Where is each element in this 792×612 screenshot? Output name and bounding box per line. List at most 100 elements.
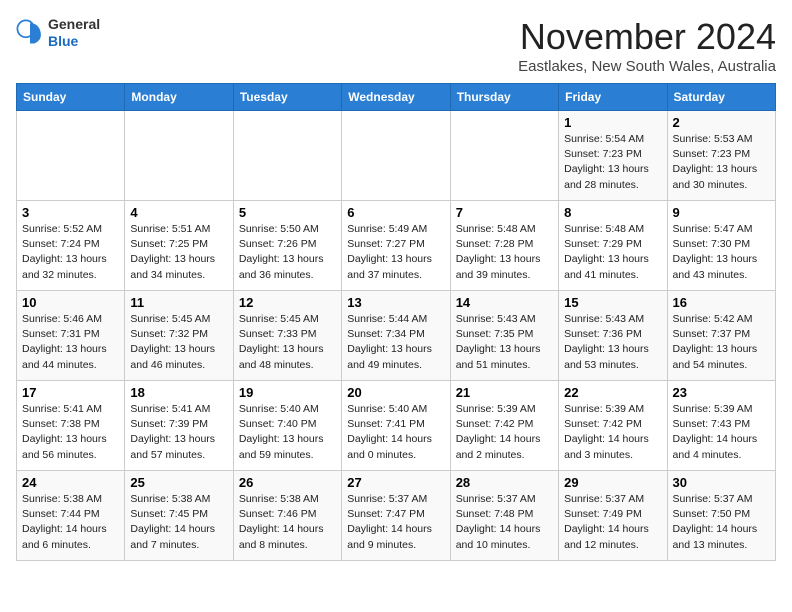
header-day-monday: Monday <box>125 84 233 111</box>
calendar-cell: 6Sunrise: 5:49 AMSunset: 7:27 PMDaylight… <box>342 201 450 291</box>
calendar-cell <box>125 111 233 201</box>
day-info: Sunrise: 5:45 AMSunset: 7:33 PMDaylight:… <box>239 312 336 373</box>
calendar-cell: 22 Sunrise: 5:39 AMSunset: 7:42 PMDayligh… <box>559 381 667 471</box>
header-day-friday: Friday <box>559 84 667 111</box>
day-info: Sunrise: 5:41 AMSunset: 7:38 PMDaylight:… <box>22 402 119 463</box>
title-section: November 2024 Eastlakes, New South Wales… <box>518 16 776 75</box>
day-number: 8 <box>564 205 661 220</box>
day-info: Sunrise: 5:47 AMSunset: 7:30 PMDaylight:… <box>673 222 770 283</box>
calendar-cell: 24 Sunrise: 5:38 AMSunset: 7:44 PMDayligh… <box>17 471 125 561</box>
calendar-cell: 18 Sunrise: 5:41 AMSunset: 7:39 PMDayligh… <box>125 381 233 471</box>
day-info: Sunrise: 5:38 AMSunset: 7:44 PMDaylight:… <box>22 492 119 553</box>
day-info: Sunrise: 5:48 AMSunset: 7:28 PMDaylight:… <box>456 222 553 283</box>
day-number: 5 <box>239 205 336 220</box>
day-info: Sunrise: 5:45 AMSunset: 7:32 PMDaylight:… <box>130 312 227 373</box>
day-number: 26 <box>239 475 336 490</box>
calendar-cell <box>17 111 125 201</box>
day-info: Sunrise: 5:42 AMSunset: 7:37 PMDaylight:… <box>673 312 770 373</box>
calendar-cell: 27 Sunrise: 5:37 AMSunset: 7:47 PMDayligh… <box>342 471 450 561</box>
calendar-cell: 10Sunrise: 5:46 AMSunset: 7:31 PMDayligh… <box>17 291 125 381</box>
logo-blue: Blue <box>48 33 100 50</box>
calendar-cell: 13Sunrise: 5:44 AMSunset: 7:34 PMDayligh… <box>342 291 450 381</box>
calendar-cell: 28Sunrise: 5:37 AMSunset: 7:48 PMDayligh… <box>450 471 558 561</box>
calendar-cell: 8Sunrise: 5:48 AMSunset: 7:29 PMDaylight… <box>559 201 667 291</box>
day-number: 18 <box>130 385 227 400</box>
day-info: Sunrise: 5:37 AMSunset: 7:49 PMDaylight:… <box>564 492 661 553</box>
calendar-cell: 14 Sunrise: 5:43 AMSunset: 7:35 PMDayligh… <box>450 291 558 381</box>
header-day-wednesday: Wednesday <box>342 84 450 111</box>
week-row-5: 24 Sunrise: 5:38 AMSunset: 7:44 PMDayligh… <box>17 471 776 561</box>
day-info: Sunrise: 5:51 AMSunset: 7:25 PMDaylight:… <box>130 222 227 283</box>
week-row-4: 17 Sunrise: 5:41 AMSunset: 7:38 PMDayligh… <box>17 381 776 471</box>
calendar-cell: 16 Sunrise: 5:42 AMSunset: 7:37 PMDayligh… <box>667 291 775 381</box>
calendar-cell: 17 Sunrise: 5:41 AMSunset: 7:38 PMDayligh… <box>17 381 125 471</box>
day-info: Sunrise: 5:40 AMSunset: 7:41 PMDaylight:… <box>347 402 444 463</box>
month-title: November 2024 <box>518 16 776 58</box>
day-number: 16 <box>673 295 770 310</box>
day-number: 24 <box>22 475 119 490</box>
logo: General Blue <box>16 16 100 50</box>
page-header: General Blue November 2024 Eastlakes, Ne… <box>16 16 776 75</box>
header-row: SundayMondayTuesdayWednesdayThursdayFrid… <box>17 84 776 111</box>
location: Eastlakes, New South Wales, Australia <box>518 58 776 75</box>
day-info: Sunrise: 5:40 AMSunset: 7:40 PMDaylight:… <box>239 402 336 463</box>
day-info: Sunrise: 5:44 AMSunset: 7:34 PMDaylight:… <box>347 312 444 373</box>
week-row-3: 10Sunrise: 5:46 AMSunset: 7:31 PMDayligh… <box>17 291 776 381</box>
calendar-cell <box>233 111 341 201</box>
calendar-cell: 20 Sunrise: 5:40 AMSunset: 7:41 PMDayligh… <box>342 381 450 471</box>
day-number: 15 <box>564 295 661 310</box>
calendar-cell <box>450 111 558 201</box>
header-day-thursday: Thursday <box>450 84 558 111</box>
day-number: 22 <box>564 385 661 400</box>
day-info: Sunrise: 5:39 AMSunset: 7:43 PMDaylight:… <box>673 402 770 463</box>
calendar-cell: 4 Sunrise: 5:51 AMSunset: 7:25 PMDaylight… <box>125 201 233 291</box>
calendar-cell: 9 Sunrise: 5:47 AMSunset: 7:30 PMDaylight… <box>667 201 775 291</box>
day-info: Sunrise: 5:39 AMSunset: 7:42 PMDaylight:… <box>564 402 661 463</box>
calendar-cell <box>342 111 450 201</box>
day-info: Sunrise: 5:49 AMSunset: 7:27 PMDaylight:… <box>347 222 444 283</box>
day-number: 12 <box>239 295 336 310</box>
day-info: Sunrise: 5:37 AMSunset: 7:48 PMDaylight:… <box>456 492 553 553</box>
day-info: Sunrise: 5:37 AMSunset: 7:47 PMDaylight:… <box>347 492 444 553</box>
day-number: 25 <box>130 475 227 490</box>
logo-general: General <box>48 16 100 33</box>
calendar-cell: 7Sunrise: 5:48 AMSunset: 7:28 PMDaylight… <box>450 201 558 291</box>
day-info: Sunrise: 5:38 AMSunset: 7:46 PMDaylight:… <box>239 492 336 553</box>
calendar-cell: 29 Sunrise: 5:37 AMSunset: 7:49 PMDayligh… <box>559 471 667 561</box>
calendar-cell: 11 Sunrise: 5:45 AMSunset: 7:32 PMDayligh… <box>125 291 233 381</box>
day-number: 3 <box>22 205 119 220</box>
day-info: Sunrise: 5:41 AMSunset: 7:39 PMDaylight:… <box>130 402 227 463</box>
day-number: 17 <box>22 385 119 400</box>
calendar-cell: 15 Sunrise: 5:43 AMSunset: 7:36 PMDayligh… <box>559 291 667 381</box>
header-day-saturday: Saturday <box>667 84 775 111</box>
logo-text: General Blue <box>48 16 100 50</box>
day-number: 27 <box>347 475 444 490</box>
calendar-cell: 21Sunrise: 5:39 AMSunset: 7:42 PMDayligh… <box>450 381 558 471</box>
day-info: Sunrise: 5:38 AMSunset: 7:45 PMDaylight:… <box>130 492 227 553</box>
day-number: 1 <box>564 115 661 130</box>
day-number: 29 <box>564 475 661 490</box>
day-number: 19 <box>239 385 336 400</box>
calendar-cell: 30Sunrise: 5:37 AMSunset: 7:50 PMDayligh… <box>667 471 775 561</box>
day-number: 4 <box>130 205 227 220</box>
header-day-tuesday: Tuesday <box>233 84 341 111</box>
calendar-header: SundayMondayTuesdayWednesdayThursdayFrid… <box>17 84 776 111</box>
calendar-cell: 23Sunrise: 5:39 AMSunset: 7:43 PMDayligh… <box>667 381 775 471</box>
calendar-cell: 26 Sunrise: 5:38 AMSunset: 7:46 PMDayligh… <box>233 471 341 561</box>
day-number: 14 <box>456 295 553 310</box>
day-info: Sunrise: 5:53 AMSunset: 7:23 PMDaylight:… <box>673 132 770 193</box>
logo-icon <box>16 19 44 47</box>
day-info: Sunrise: 5:46 AMSunset: 7:31 PMDaylight:… <box>22 312 119 373</box>
day-number: 20 <box>347 385 444 400</box>
day-number: 30 <box>673 475 770 490</box>
day-info: Sunrise: 5:43 AMSunset: 7:35 PMDaylight:… <box>456 312 553 373</box>
header-day-sunday: Sunday <box>17 84 125 111</box>
calendar-cell: 3Sunrise: 5:52 AMSunset: 7:24 PMDaylight… <box>17 201 125 291</box>
day-info: Sunrise: 5:43 AMSunset: 7:36 PMDaylight:… <box>564 312 661 373</box>
calendar-cell: 19 Sunrise: 5:40 AMSunset: 7:40 PMDayligh… <box>233 381 341 471</box>
calendar-cell: 2 Sunrise: 5:53 AMSunset: 7:23 PMDaylight… <box>667 111 775 201</box>
day-number: 9 <box>673 205 770 220</box>
week-row-1: 1Sunrise: 5:54 AMSunset: 7:23 PMDaylight… <box>17 111 776 201</box>
day-number: 2 <box>673 115 770 130</box>
day-number: 11 <box>130 295 227 310</box>
